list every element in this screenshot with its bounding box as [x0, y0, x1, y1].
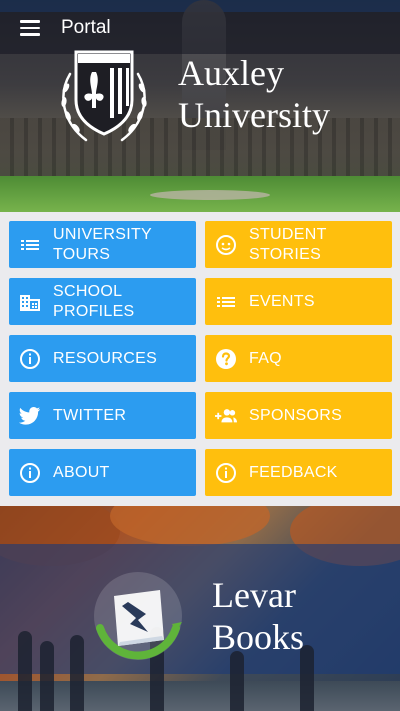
background-person	[70, 635, 84, 711]
info-icon	[19, 462, 41, 484]
hero-path-image	[150, 190, 270, 200]
tile-label: FEEDBACK	[249, 463, 338, 481]
student-stories-button[interactable]: STUDENT STORIES	[205, 221, 392, 268]
background-person	[18, 631, 32, 711]
tile-label: UNIVERSITY TOURS	[53, 225, 153, 263]
tile-label: SCHOOL PROFILES	[53, 282, 135, 320]
university-name: Auxley University	[178, 52, 330, 136]
faq-button[interactable]: FAQ	[205, 335, 392, 382]
list-icon	[19, 234, 41, 256]
university-name-line2: University	[178, 95, 330, 135]
events-button[interactable]: EVENTS	[205, 278, 392, 325]
books-name-line2: Books	[212, 617, 305, 657]
background-tree	[110, 506, 270, 546]
university-crest-icon	[61, 50, 147, 142]
help-icon	[215, 348, 237, 370]
levar-books-title[interactable]: Levar Books	[212, 574, 304, 658]
resources-button[interactable]: RESOURCES	[9, 335, 196, 382]
header-hero: Portal Auxley University	[0, 0, 400, 212]
building-icon	[19, 291, 41, 313]
sponsors-button[interactable]: SPONSORS	[205, 392, 392, 439]
books-logo-icon[interactable]	[88, 566, 188, 666]
feedback-button[interactable]: FEEDBACK	[205, 449, 392, 496]
hamburger-menu-icon[interactable]	[14, 14, 46, 42]
tile-label: RESOURCES	[53, 349, 158, 367]
levar-books-banner[interactable]: Levar Books	[0, 506, 400, 711]
background-ground	[0, 681, 400, 711]
tile-label: TWITTER	[53, 406, 127, 424]
tile-label: FAQ	[249, 349, 282, 367]
promo-overlay-band	[0, 544, 400, 674]
tile-label: EVENTS	[249, 292, 315, 310]
books-name-line1: Levar	[212, 575, 296, 615]
app-title: Portal	[61, 17, 111, 38]
background-person	[40, 641, 54, 711]
list-icon	[215, 291, 237, 313]
about-button[interactable]: ABOUT	[9, 449, 196, 496]
background-person	[230, 651, 244, 711]
people-add-icon	[215, 405, 237, 427]
tile-label: STUDENT STORIES	[249, 225, 327, 263]
info-icon	[215, 462, 237, 484]
menu-grid: UNIVERSITY TOURS STUDENT STORIES SCHOOL PRO…	[0, 212, 400, 506]
tile-label: SPONSORS	[249, 406, 343, 424]
tile-label: ABOUT	[53, 463, 110, 481]
university-name-line1: Auxley	[178, 53, 284, 93]
school-profiles-button[interactable]: SCHOOL PROFILES	[9, 278, 196, 325]
university-tours-button[interactable]: UNIVERSITY TOURS	[9, 221, 196, 268]
info-icon	[19, 348, 41, 370]
twitter-button[interactable]: TWITTER	[9, 392, 196, 439]
smiley-face-icon	[215, 234, 237, 256]
twitter-bird-icon	[19, 405, 41, 427]
